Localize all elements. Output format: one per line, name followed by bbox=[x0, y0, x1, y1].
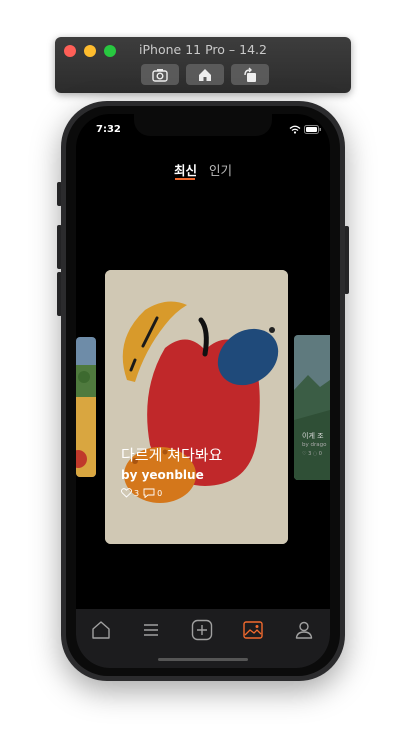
card-previous[interactable] bbox=[76, 337, 96, 477]
artwork-stats: 3 0 bbox=[121, 488, 162, 498]
tab-list[interactable] bbox=[138, 617, 164, 643]
wifi-icon bbox=[289, 125, 301, 134]
notch bbox=[134, 114, 272, 136]
list-icon bbox=[144, 624, 158, 636]
screenshot-button[interactable] bbox=[141, 64, 179, 85]
artwork-title: 다르게 쳐다봐요 bbox=[121, 446, 223, 464]
comment-count: 0 bbox=[157, 488, 163, 498]
heart-icon[interactable] bbox=[121, 488, 132, 498]
next-card-author: by drago bbox=[302, 442, 327, 448]
active-tab-indicator bbox=[175, 178, 195, 180]
previous-card-artwork bbox=[76, 337, 96, 477]
tab-home[interactable] bbox=[88, 617, 114, 643]
simulator-toolbar: iPhone 11 Pro – 14.2 bbox=[55, 37, 351, 93]
camera-icon bbox=[152, 68, 168, 82]
tab-profile[interactable] bbox=[291, 617, 317, 643]
tab-latest[interactable]: 최신 bbox=[174, 160, 197, 179]
card-next[interactable]: 이게 조 by drago ♡ 3 ◌ 0 bbox=[294, 335, 330, 480]
next-card-stats: ♡ 3 ◌ 0 bbox=[302, 451, 322, 457]
simulator-title: iPhone 11 Pro – 14.2 bbox=[139, 42, 267, 57]
tab-gallery[interactable] bbox=[240, 617, 266, 643]
comment-icon[interactable] bbox=[143, 488, 155, 498]
profile-icon bbox=[295, 621, 313, 639]
app-screen: 7:32 최신 인기 다르게 쳐다봐요 by yeonblue 3 0 이게 조… bbox=[76, 114, 330, 668]
home-indicator[interactable] bbox=[158, 658, 248, 661]
home-button[interactable] bbox=[186, 64, 224, 85]
tab-add[interactable] bbox=[189, 617, 215, 643]
next-card-title: 이게 조 bbox=[302, 432, 324, 440]
gallery-icon bbox=[243, 621, 263, 639]
rotate-button[interactable] bbox=[231, 64, 269, 85]
artwork-image bbox=[105, 270, 288, 544]
house-icon bbox=[199, 68, 211, 81]
tab-popular[interactable]: 인기 bbox=[209, 160, 232, 179]
home-icon bbox=[92, 621, 110, 639]
next-card-artwork bbox=[294, 335, 330, 480]
battery-icon bbox=[304, 125, 321, 134]
rotate-icon bbox=[244, 67, 256, 82]
artwork-author[interactable]: by yeonblue bbox=[121, 468, 204, 482]
add-icon bbox=[191, 619, 213, 641]
like-count: 3 bbox=[134, 488, 140, 498]
featured-artwork-card[interactable]: 다르게 쳐다봐요 by yeonblue 3 0 bbox=[105, 270, 288, 544]
status-time: 7:32 bbox=[96, 124, 121, 135]
